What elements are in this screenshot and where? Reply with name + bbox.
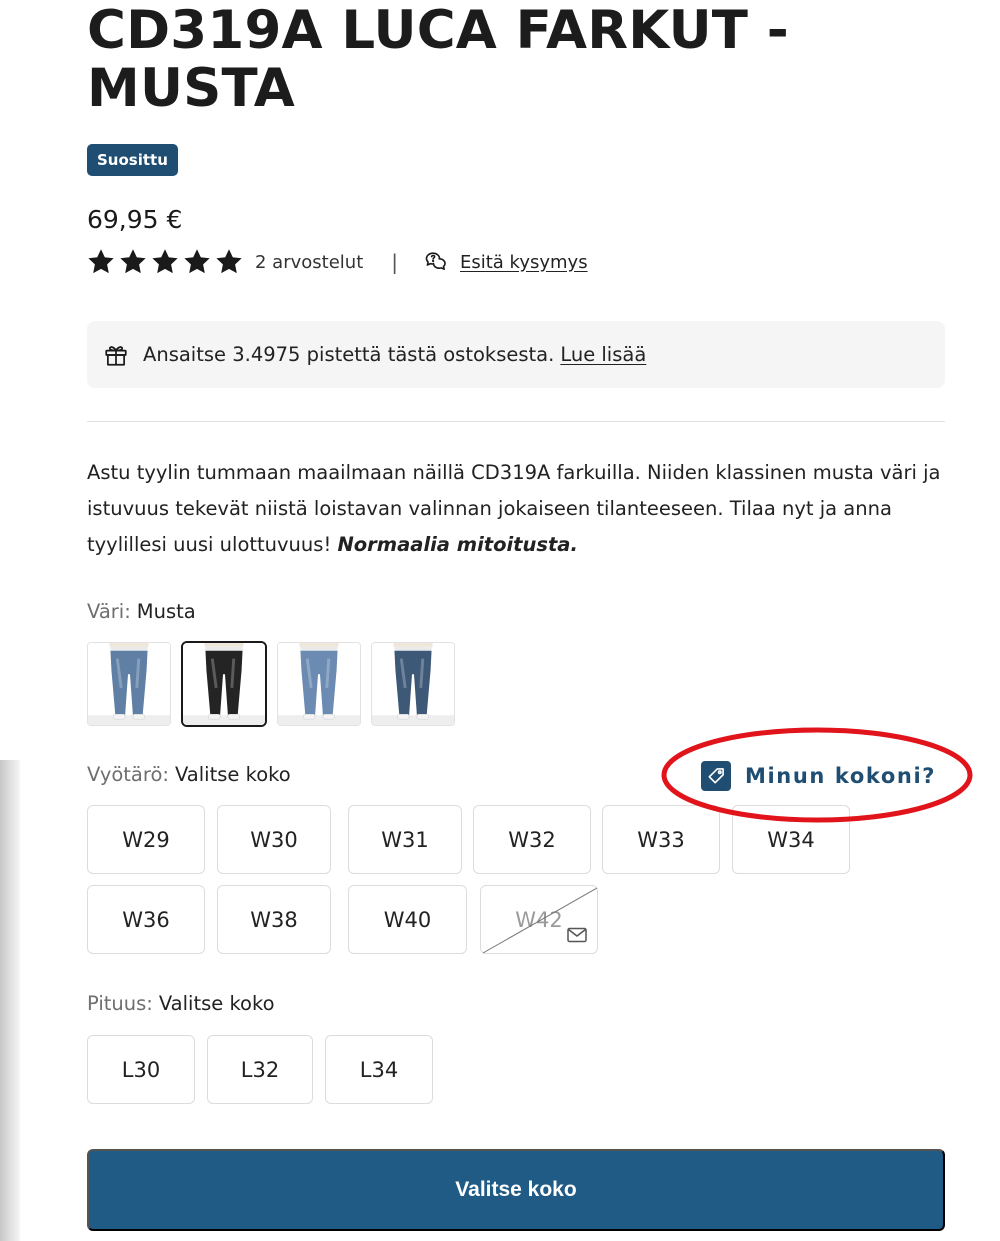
color-swatch-black[interactable]: [181, 641, 267, 727]
size-label: W38: [250, 907, 298, 932]
star-icon: [120, 249, 146, 274]
color-swatch-blue-washed[interactable]: [277, 642, 361, 726]
length-size-l32[interactable]: L32: [207, 1035, 313, 1104]
length-value: Valitse koko: [158, 992, 275, 1015]
jeans-thumbnail: [183, 643, 265, 725]
waist-size-w38[interactable]: W38: [217, 885, 331, 954]
rating-row: 2 arvostelut | Esitä kysymys: [87, 246, 588, 278]
size-label: W30: [250, 827, 298, 852]
length-size-l30[interactable]: L30: [87, 1035, 195, 1104]
star-icon: [152, 249, 178, 274]
jeans-thumbnail: [372, 643, 454, 725]
color-swatch-blue-dark[interactable]: [371, 642, 455, 726]
tag-icon: [701, 761, 731, 791]
size-label: L34: [359, 1057, 399, 1082]
mail-icon[interactable]: [565, 923, 589, 947]
length-size-l34[interactable]: L34: [325, 1035, 433, 1104]
waist-size-w31[interactable]: W31: [348, 805, 462, 874]
size-label: W34: [767, 827, 815, 852]
waist-size-w42[interactable]: W42: [480, 885, 598, 954]
size-label: L30: [121, 1057, 161, 1082]
color-label-row: Väri: Musta: [87, 598, 196, 626]
size-label: W33: [637, 827, 685, 852]
star-rating[interactable]: [87, 248, 243, 276]
length-label-row: Pituus: Valitse koko: [87, 990, 275, 1018]
review-count-link[interactable]: 2 arvostelut: [255, 252, 363, 273]
star-icon: [88, 249, 114, 274]
waist-label: Vyötärö:: [87, 763, 169, 786]
product-description: Astu tyylin tummaan maailmaan näillä CD3…: [87, 455, 957, 563]
waist-size-w30[interactable]: W30: [217, 805, 331, 874]
color-swatch-blue-light[interactable]: [87, 642, 171, 726]
star-icon: [184, 249, 210, 274]
star-icon: [216, 249, 242, 274]
color-value: Musta: [136, 600, 196, 623]
color-label: Väri:: [87, 600, 131, 623]
product-price: 69,95 €: [87, 205, 183, 234]
loyalty-points-box: Ansaitse 3.4975 pistettä tästä ostoksest…: [87, 321, 945, 388]
read-more-link[interactable]: Lue lisää: [560, 343, 646, 366]
product-title: CD319A LUCA FARKUT - MUSTA: [87, 0, 790, 119]
waist-label-row: Vyötärö: Valitse koko: [87, 761, 291, 789]
ask-question-link[interactable]: Esitä kysymys: [460, 252, 588, 273]
jeans-thumbnail: [88, 643, 170, 725]
size-label: L32: [240, 1057, 280, 1082]
chat-question-icon[interactable]: [424, 250, 448, 274]
color-swatches: [87, 641, 455, 727]
size-label: W36: [122, 907, 170, 932]
popular-badge: Suosittu: [87, 144, 178, 176]
length-label: Pituus:: [87, 992, 153, 1015]
waist-size-w33[interactable]: W33: [602, 805, 720, 874]
my-size-label: Minun kokoni?: [745, 764, 937, 788]
waist-size-w32[interactable]: W32: [473, 805, 591, 874]
my-size-link[interactable]: Minun kokoni?: [701, 759, 936, 793]
size-label: W31: [381, 827, 429, 852]
size-label: W40: [383, 907, 432, 932]
points-text: Ansaitse 3.4975 pistettä tästä ostoksest…: [143, 343, 555, 366]
separator: |: [391, 250, 398, 274]
select-size-button[interactable]: Valitse koko: [87, 1149, 945, 1231]
waist-size-w40[interactable]: W40: [348, 885, 467, 954]
size-label: W32: [508, 827, 556, 852]
size-label: W29: [122, 827, 170, 852]
fit-note: Normaalia mitoitusta.: [337, 533, 578, 556]
waist-size-w36[interactable]: W36: [87, 885, 205, 954]
background-edge: [0, 760, 20, 1241]
jeans-thumbnail: [278, 643, 360, 725]
waist-size-w29[interactable]: W29: [87, 805, 205, 874]
waist-size-w34[interactable]: W34: [732, 805, 850, 874]
gift-icon: [105, 345, 127, 366]
waist-value: Valitse koko: [174, 763, 291, 786]
divider: [87, 421, 945, 422]
